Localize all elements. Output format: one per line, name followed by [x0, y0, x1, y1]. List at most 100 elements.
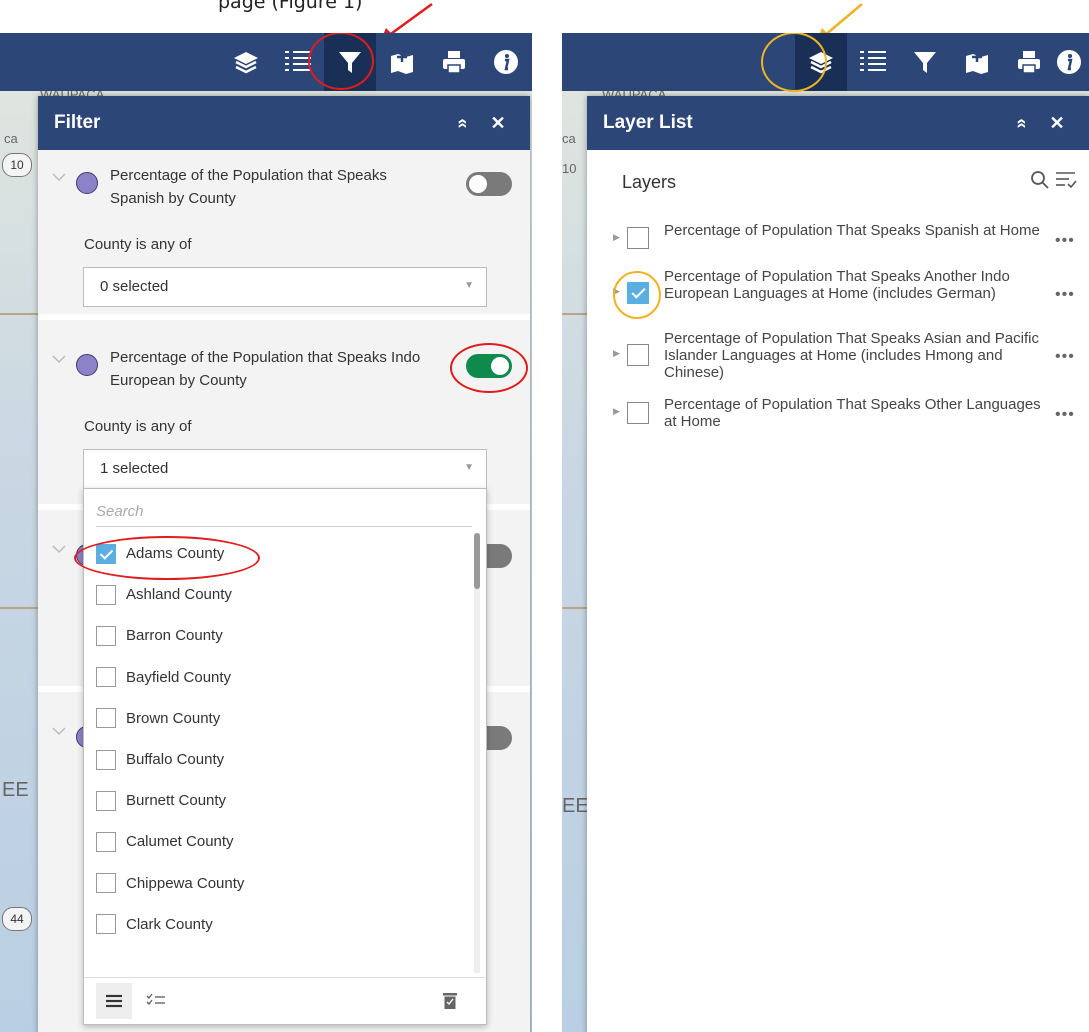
layers-header: Layers: [587, 150, 1089, 208]
add-data-tool-button[interactable]: [376, 33, 428, 91]
option-label: Bayfield County: [126, 668, 232, 686]
expand-icon[interactable]: ▶: [613, 232, 620, 243]
option-ashland-county[interactable]: Ashland County: [84, 574, 474, 615]
county-select[interactable]: 0 selected ▼: [83, 267, 487, 307]
filter-tool-button[interactable]: [324, 33, 376, 91]
filter-list: Percentage of the Population that Speaks…: [38, 150, 530, 1032]
layer-name: Percentage of Population That Speaks Ano…: [664, 268, 1010, 302]
more-options-icon[interactable]: •••: [1055, 232, 1075, 250]
option-label: Brown County: [126, 709, 221, 727]
county-dropdown: Search Adams County Ashland County Barro…: [83, 488, 487, 1025]
print-tool-button[interactable]: [1003, 33, 1055, 91]
expand-icon[interactable]: ▶: [613, 348, 620, 359]
info-tool-button[interactable]: [1055, 33, 1089, 91]
legend-tool-button[interactable]: [272, 33, 324, 91]
checkbox[interactable]: [96, 584, 116, 605]
layer-name: Percentage of Population That Speaks Oth…: [664, 396, 1041, 430]
layer-symbol: [76, 172, 98, 194]
filter-toggle-switch[interactable]: [466, 354, 512, 378]
layer-visibility-checkbox[interactable]: [627, 402, 649, 424]
county-option-list: Adams County Ashland County Barron Count…: [84, 533, 474, 945]
map-label-10: 10: [562, 161, 577, 176]
highway-shield: 10: [2, 153, 32, 177]
collapse-icon[interactable]: »: [452, 105, 473, 141]
layer-visibility-checkbox[interactable]: [627, 282, 649, 304]
chevron-down-icon[interactable]: [52, 544, 66, 554]
layer-item-asian-pacific[interactable]: ▶ Percentage of Population That Speaks A…: [587, 330, 1089, 386]
more-options-icon[interactable]: •••: [1055, 406, 1075, 424]
expand-icon[interactable]: ▶: [613, 406, 620, 417]
add-data-icon: [391, 52, 413, 74]
filter-toggle-switch[interactable]: [466, 172, 512, 196]
checkbox[interactable]: [96, 790, 116, 811]
checkbox[interactable]: [96, 831, 116, 852]
option-adams-county[interactable]: Adams County: [84, 533, 474, 574]
expand-icon[interactable]: ▶: [613, 286, 620, 297]
option-barron-county[interactable]: Barron County: [84, 615, 474, 656]
add-data-tool-button[interactable]: [951, 33, 1003, 91]
list-icon: [106, 994, 122, 1008]
search-icon[interactable]: [1030, 170, 1050, 190]
county-select[interactable]: 1 selected ▼: [83, 449, 487, 489]
clear-selection-button[interactable]: [432, 983, 468, 1019]
filter-panel-header: Filter » ✕: [38, 96, 530, 150]
layer-visibility-checkbox[interactable]: [627, 344, 649, 366]
checkbox[interactable]: [96, 543, 116, 564]
layer-name: Percentage of Population That Speaks Spa…: [664, 222, 1040, 239]
dropdown-scrollbar[interactable]: [474, 533, 480, 973]
dropdown-search-input[interactable]: Search: [96, 499, 472, 527]
layers-tool-button[interactable]: [220, 33, 272, 91]
more-options-icon[interactable]: •••: [1055, 348, 1075, 366]
filter-panel-title: Filter: [54, 112, 101, 133]
filter-tool-button[interactable]: [899, 33, 951, 91]
option-bayfield-county[interactable]: Bayfield County: [84, 657, 474, 698]
layer-item-indo-european[interactable]: ▶ Percentage of Population That Speaks A…: [587, 268, 1089, 324]
option-clark-county[interactable]: Clark County: [84, 904, 474, 945]
add-data-icon: [966, 52, 988, 74]
widget-toolbar: [562, 33, 1089, 91]
checkbox[interactable]: [96, 749, 116, 770]
option-brown-county[interactable]: Brown County: [84, 698, 474, 739]
chevron-down-icon[interactable]: [52, 354, 66, 364]
more-options-icon[interactable]: •••: [1055, 286, 1075, 304]
checkbox[interactable]: [96, 914, 116, 935]
legend-tool-button[interactable]: [847, 33, 899, 91]
layers-tool-button[interactable]: [795, 33, 847, 91]
option-buffalo-county[interactable]: Buffalo County: [84, 739, 474, 780]
collapse-icon[interactable]: »: [1011, 105, 1032, 141]
layer-symbol: [76, 354, 98, 376]
layer-item-other[interactable]: ▶ Percentage of Population That Speaks O…: [587, 396, 1089, 436]
highway-shield-44: 44: [2, 907, 32, 931]
caption-text: page (Figure 1): [218, 0, 363, 13]
option-chippewa-county[interactable]: Chippewa County: [84, 863, 474, 904]
info-tool-button[interactable]: [480, 33, 532, 91]
layer-item-spanish[interactable]: ▶ Percentage of Population That Speaks S…: [587, 222, 1089, 262]
caret-down-icon: ▼: [464, 280, 474, 291]
layer-list-screen: WAUPACA ca 10 EE Layer List » ✕ Layers ▶…: [562, 33, 1089, 1032]
dropdown-footer: [84, 977, 486, 1024]
checkbox[interactable]: [96, 625, 116, 646]
trash-icon: [443, 993, 457, 1009]
print-tool-button[interactable]: [428, 33, 480, 91]
widget-toolbar: [0, 33, 532, 91]
show-selected-button[interactable]: [138, 983, 174, 1019]
close-icon[interactable]: ✕: [1039, 113, 1075, 134]
filter-list-icon[interactable]: [1055, 170, 1077, 190]
option-burnett-county[interactable]: Burnett County: [84, 780, 474, 821]
layer-visibility-checkbox[interactable]: [627, 227, 649, 249]
close-icon[interactable]: ✕: [480, 113, 516, 134]
checkbox[interactable]: [96, 667, 116, 688]
layer-list-panel-header: Layer List » ✕: [587, 96, 1089, 150]
filter-item-spanish: Percentage of the Population that Speaks…: [38, 150, 530, 320]
checkbox[interactable]: [96, 708, 116, 729]
filter-title: Percentage of the Population that Speaks…: [110, 167, 387, 207]
show-all-button[interactable]: [96, 983, 132, 1019]
option-calumet-county[interactable]: Calumet County: [84, 821, 474, 862]
chevron-down-icon[interactable]: [52, 172, 66, 182]
chevron-down-icon[interactable]: [52, 726, 66, 736]
checked-list-icon: [146, 993, 165, 1006]
checkbox[interactable]: [96, 873, 116, 894]
option-label: Clark County: [126, 915, 213, 933]
option-label: Burnett County: [126, 792, 227, 810]
option-label: Ashland County: [126, 586, 232, 604]
